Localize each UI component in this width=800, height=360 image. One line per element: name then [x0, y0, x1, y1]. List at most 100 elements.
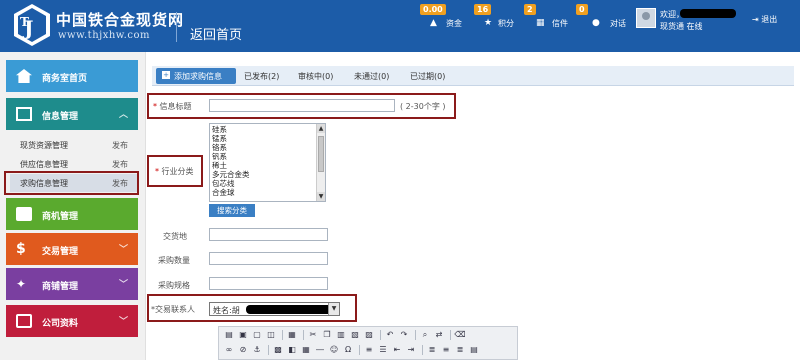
paste-text-icon[interactable]: ▧: [349, 329, 361, 341]
mail-badge: 2: [524, 4, 536, 15]
points-badge: 16: [474, 4, 492, 15]
copy-icon[interactable]: ❐: [321, 329, 333, 341]
tab-rejected[interactable]: 未通过(0): [354, 71, 389, 82]
table-icon[interactable]: ▦: [300, 344, 312, 356]
special-char-icon[interactable]: Ω: [342, 344, 354, 356]
align-left-icon[interactable]: ≣: [426, 344, 438, 356]
industry-listbox[interactable]: 硅系 锰系 铬系 钒系 稀土 多元合金类 包芯线 合金球 ▲ ▼: [209, 123, 326, 202]
grid-icon: ▦: [536, 18, 545, 28]
star-icon: ★: [484, 18, 493, 28]
scroll-up-icon[interactable]: ▲: [317, 124, 325, 133]
plus-icon: +: [162, 71, 170, 79]
sidebar-menu-info[interactable]: 信息管理 ︿: [6, 98, 138, 130]
user-status: 现货通 在线: [660, 22, 703, 31]
editor-toolbar-row-1: ▤ ▣ ▢ ◫ ▦ ✂ ❐ ▥ ▧ ▨ ↶ ↷ ⌕ ⇄ ⌫: [223, 329, 468, 343]
hr-icon[interactable]: ―: [314, 344, 326, 356]
rich-text-editor[interactable]: ▤ ▣ ▢ ◫ ▦ ✂ ❐ ▥ ▧ ▨ ↶ ↷ ⌕ ⇄ ⌫ ∞ ⊘ ⚓ ▩ ◧ ▦ ― ☺ Ω ≡ ☰ ⇤ ⇥ ≣ ≡ ≣ ▤: [218, 326, 518, 360]
chevron-down-icon: ﹀: [118, 245, 128, 255]
link-icon[interactable]: ∞: [223, 344, 235, 356]
redo-icon[interactable]: ↷: [398, 329, 410, 341]
sidebar-menu-shop[interactable]: ✦ 商铺管理 ﹀: [6, 268, 138, 300]
save-icon[interactable]: ▣: [237, 329, 249, 341]
logout-button[interactable]: ⇥ 退出: [752, 14, 777, 25]
sidebar-menu-label: 商铺管理: [42, 282, 79, 292]
publish-link[interactable]: 发布: [112, 159, 128, 170]
align-right-icon[interactable]: ≣: [454, 344, 466, 356]
tab-add-purchase[interactable]: + 添加求购信息: [156, 68, 236, 84]
sidebar-menu-label: 商务室首页: [42, 74, 88, 84]
funds-stat[interactable]: 0.00 ▲ 资金: [420, 4, 468, 44]
info-icon: [16, 107, 32, 121]
sidebar-item-label: 现货资源管理: [20, 141, 68, 150]
logout-icon: ⇥: [752, 15, 759, 24]
listbox-scrollbar[interactable]: ▲ ▼: [316, 124, 325, 201]
tab-label: 添加求购信息: [174, 72, 222, 81]
site-url: www.thjxhw.com: [58, 30, 150, 41]
sidebar-menu-label: 商机管理: [42, 212, 79, 222]
justify-icon[interactable]: ▤: [468, 344, 480, 356]
annotation-box: [147, 93, 456, 119]
sidebar-menu-company[interactable]: 公司资料 ﹀: [6, 305, 138, 337]
sidebar-item-label: 供应信息管理: [20, 160, 68, 169]
indent-icon[interactable]: ⇥: [405, 344, 417, 356]
avatar[interactable]: [636, 8, 656, 28]
find-icon[interactable]: ⌕: [419, 329, 431, 341]
image-icon[interactable]: ▩: [272, 344, 284, 356]
source-icon[interactable]: ▤: [223, 329, 235, 341]
logout-label: 退出: [761, 15, 778, 24]
sidebar-item-spot-resources[interactable]: 现货资源管理 发布: [10, 136, 138, 154]
delivery-label: 交货地: [163, 232, 187, 241]
paste-icon[interactable]: ▥: [335, 329, 347, 341]
annotation-box: [147, 294, 357, 322]
top-header: J T 中国铁合金现货网 www.thjxhw.com 返回首页 0.00 ▲ …: [0, 0, 800, 52]
sidebar-divider: [145, 52, 146, 360]
sidebar-menu-home[interactable]: 商务室首页: [6, 60, 138, 92]
ordered-list-icon[interactable]: ≡: [363, 344, 375, 356]
replace-icon[interactable]: ⇄: [433, 329, 445, 341]
bullet-list-icon[interactable]: ☰: [377, 344, 389, 356]
industry-option[interactable]: 合金球: [212, 187, 235, 198]
tab-expired[interactable]: 已过期(0): [410, 71, 445, 82]
logo-icon: J T: [14, 4, 50, 46]
company-icon: [16, 314, 32, 328]
smiley-icon[interactable]: ☺: [328, 344, 340, 356]
search-category-button[interactable]: 搜索分类: [209, 204, 255, 217]
unlink-icon[interactable]: ⊘: [237, 344, 249, 356]
delivery-input[interactable]: [209, 228, 328, 241]
sidebar-menu-label: 信息管理: [42, 112, 79, 122]
wallet-icon: ▲: [430, 18, 437, 28]
spec-label: 采购规格: [158, 281, 190, 290]
eraser-icon[interactable]: ⌫: [454, 329, 466, 341]
funds-label: 资金: [446, 19, 462, 28]
publish-link[interactable]: 发布: [112, 140, 128, 151]
flash-icon[interactable]: ◧: [286, 344, 298, 356]
tab-reviewing[interactable]: 审核中(0): [298, 71, 333, 82]
undo-icon[interactable]: ↶: [384, 329, 396, 341]
sidebar-menu-label: 交易管理: [42, 247, 79, 257]
cut-icon[interactable]: ✂: [307, 329, 319, 341]
chevron-down-icon: ﹀: [118, 317, 128, 327]
preview-icon[interactable]: ◫: [265, 329, 277, 341]
new-page-icon[interactable]: ▢: [251, 329, 263, 341]
align-center-icon[interactable]: ≡: [440, 344, 452, 356]
points-stat[interactable]: 16 ★ 积分: [474, 4, 522, 44]
scroll-down-icon[interactable]: ▼: [317, 192, 325, 201]
tab-published[interactable]: 已发布(2): [244, 71, 279, 82]
mail-stat[interactable]: 2 ▦ 信件: [524, 4, 572, 44]
site-name[interactable]: 中国铁合金现货网: [56, 9, 184, 30]
opportunity-icon: [16, 207, 32, 221]
template-icon[interactable]: ▦: [286, 329, 298, 341]
scroll-thumb[interactable]: [318, 136, 324, 172]
sidebar-menu-trade[interactable]: $ 交易管理 ﹀: [6, 233, 138, 265]
sidebar-menu-opportunity[interactable]: 商机管理: [6, 198, 138, 230]
paste-word-icon[interactable]: ▨: [363, 329, 375, 341]
spec-input[interactable]: [209, 277, 328, 290]
chat-stat[interactable]: 0 ● 对话: [576, 4, 628, 44]
outdent-icon[interactable]: ⇤: [391, 344, 403, 356]
money-icon: $: [16, 241, 26, 257]
quantity-input[interactable]: [209, 252, 328, 265]
chat-badge: 0: [576, 4, 588, 15]
home-link[interactable]: 返回首页: [190, 24, 242, 43]
annotation-box: [4, 171, 139, 195]
anchor-icon[interactable]: ⚓: [251, 344, 263, 356]
